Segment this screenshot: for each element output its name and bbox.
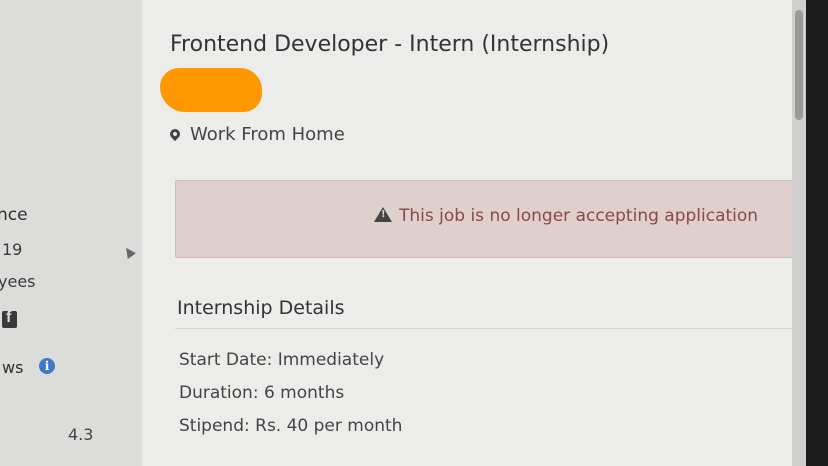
company-sidebar: nce 19 yees ws i 4.3 [0,0,142,466]
sidebar-fragment: 19 [2,240,23,259]
location-text: Work From Home [190,124,345,145]
stipend: Stipend: Rs. 40 per month [179,416,403,436]
divider [175,328,795,329]
job-title: Frontend Developer - Intern (Internship) [170,32,610,57]
location-pin-icon [167,126,183,142]
start-date: Start Date: Immediately [179,350,385,370]
scrollbar-thumb[interactable] [795,10,803,120]
reviews-label: ws [2,358,24,377]
alert-message: This job is no longer accepting applicat… [399,206,759,226]
sidebar-fragment: nce [0,205,28,225]
job-detail-panel: Frontend Developer - Intern (Internship)… [142,0,797,466]
warning-icon [374,207,392,222]
mouse-cursor-icon [122,245,136,259]
closed-job-alert: This job is no longer accepting applicat… [175,180,797,258]
sidebar-fragment: yees [0,272,36,291]
alert-message-row: This job is no longer accepting applicat… [374,206,758,226]
screen-bezel [806,0,828,466]
company-name-redacted [160,68,262,112]
facebook-icon[interactable] [2,309,17,328]
rating-value: 4.3 [68,425,94,444]
location-row: Work From Home [167,124,345,145]
section-title: Internship Details [177,297,345,319]
duration: Duration: 6 months [179,383,345,403]
info-icon[interactable]: i [39,358,55,374]
